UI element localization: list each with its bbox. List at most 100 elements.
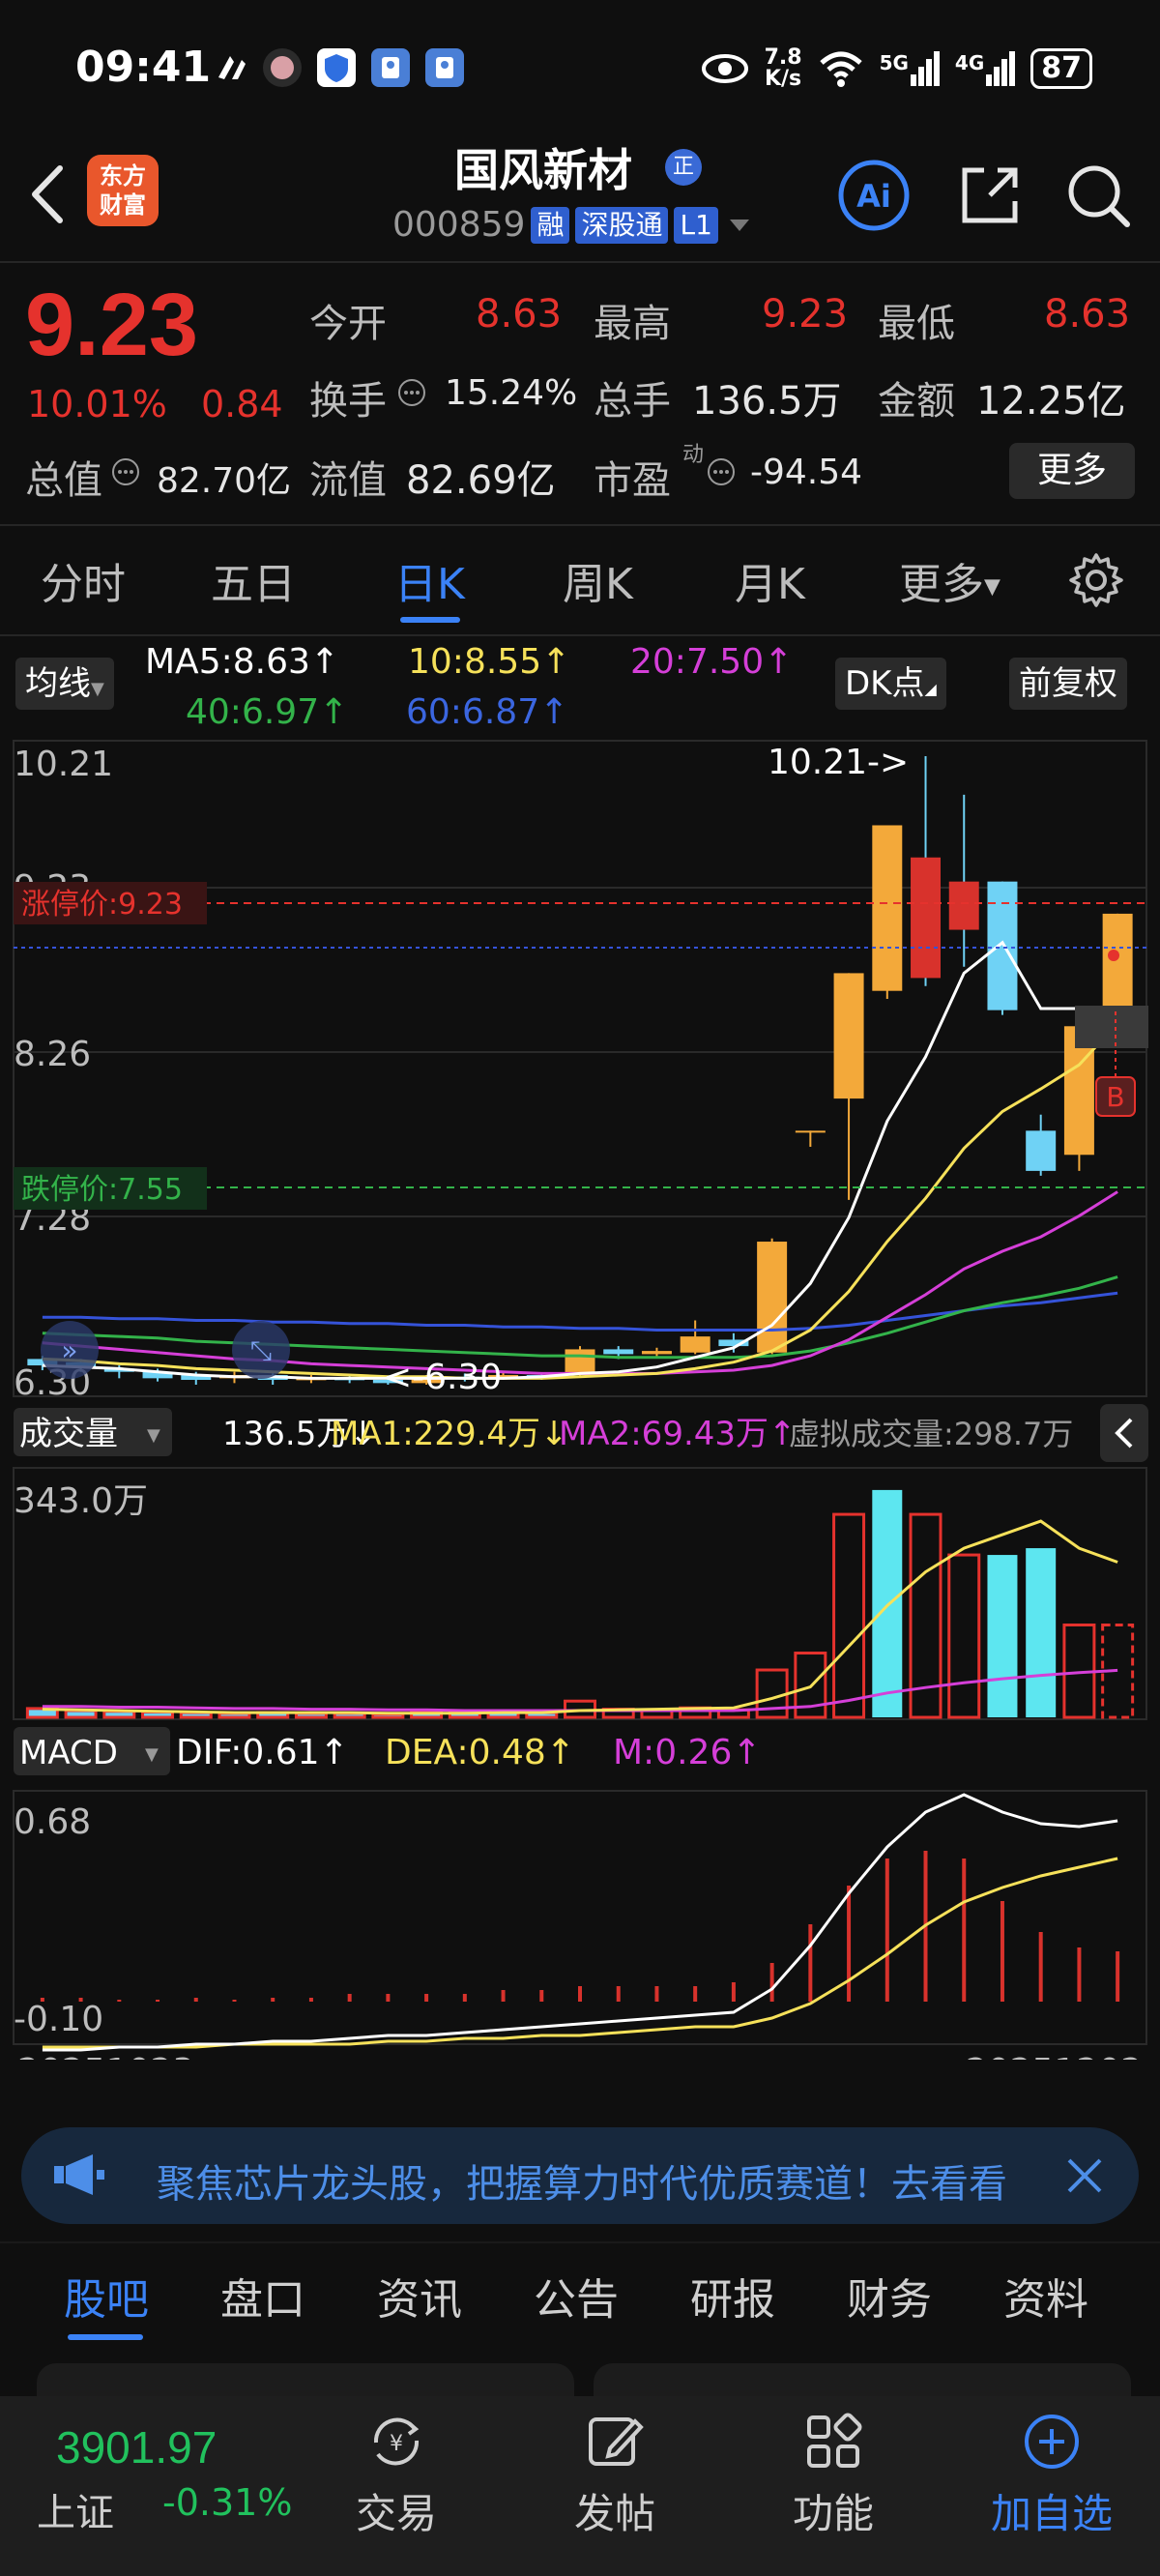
tab-profile[interactable]: 资料 (1003, 2265, 1088, 2327)
tab-financials[interactable]: 财务 (847, 2265, 932, 2327)
tab-forum[interactable]: 股吧 (64, 2265, 149, 2327)
more-quote-button[interactable]: 更多 (1009, 443, 1135, 499)
tab-research[interactable]: 研报 (690, 2265, 775, 2327)
open-label: 今开 (309, 302, 387, 346)
edit-icon (589, 2417, 644, 2466)
search-icon[interactable] (1059, 157, 1137, 234)
candle-body (757, 1242, 788, 1353)
tab-orderbook[interactable]: 盘口 (220, 2265, 305, 2327)
info-icon[interactable] (110, 456, 141, 487)
tab-five-day[interactable]: 五日 (211, 549, 296, 611)
info-icon[interactable] (396, 377, 427, 408)
mktcap-label: 总值 (25, 458, 102, 503)
tab-news[interactable]: 资讯 (377, 2265, 462, 2327)
amount-label: 金额 (878, 379, 955, 424)
candle-body (603, 1349, 634, 1355)
max-price-marker: 10.21-> (768, 743, 909, 782)
sim1-type: 5G (879, 51, 909, 74)
tab-weekly-k[interactable]: 周K (563, 549, 633, 611)
index-change[interactable]: -0.31% (162, 2481, 292, 2524)
candle-body (987, 881, 1018, 1010)
stock-code-line[interactable]: 000859 融 深股通 L1 (392, 205, 749, 245)
ma20-value: 20:7.50↑ (630, 642, 794, 682)
change-percent: 10.01% (27, 383, 167, 425)
quote-divider (0, 524, 1160, 526)
candle-body (911, 857, 942, 979)
promo-banner[interactable]: 聚焦芯片龙头股，把握算力时代优质赛道！去看看 (21, 2127, 1139, 2224)
tag-level: L1 (674, 206, 718, 244)
back-icon[interactable] (23, 161, 72, 228)
ai-icon[interactable]: Ai (835, 157, 913, 234)
last-price-dot (1108, 950, 1119, 961)
price-cursor-tag (1075, 1006, 1148, 1048)
tab-more-periods[interactable]: 更多▼ (899, 549, 1000, 611)
tabs-divider (0, 634, 1160, 636)
macd-dea: DEA:0.48↑ (385, 1733, 575, 1772)
header-divider (0, 261, 1160, 263)
index-value[interactable]: 3901.97 (56, 2421, 217, 2474)
net-speed-value: 7.8 (764, 45, 802, 70)
tab-daily-k[interactable]: 日K (394, 549, 465, 611)
app-avatar-icon (263, 48, 302, 87)
macd-y-max: 0.68 (14, 1802, 91, 1842)
megaphone-icon (54, 2154, 104, 2195)
functions-label: 功能 (792, 2490, 874, 2537)
candle-body (641, 1351, 672, 1355)
net-speed-unit: K/s (764, 67, 802, 91)
adjust-button[interactable]: 前复权 (1009, 658, 1127, 710)
pe-type-sup: 动 (682, 443, 705, 467)
ma40-line (42, 1275, 1118, 1360)
corner-triangle-icon: ◢ (924, 680, 937, 698)
app-logo: 东方 财富 (87, 155, 159, 226)
volume-ma1: MA1:229.4万↓ (331, 1415, 568, 1453)
stock-name[interactable]: 国风新材 (454, 135, 632, 199)
change-value: 0.84 (201, 383, 283, 425)
info-icon[interactable] (706, 456, 737, 487)
battery-level: 87 (1041, 51, 1082, 85)
pe-label: 市盈 (594, 458, 671, 503)
caret-down-icon: ▼ (147, 1425, 160, 1446)
wifi-icon (819, 51, 862, 87)
float-label: 流值 (309, 458, 387, 503)
volume-value: 136.5万 (692, 379, 842, 424)
macd-selector-label: MACD (19, 1734, 118, 1772)
tab-monthly-k[interactable]: 月K (735, 549, 805, 611)
float-value: 82.69亿 (406, 458, 556, 503)
ma10-value: 10:8.55↑ (408, 642, 571, 682)
min-price-marker: <-6.30 (383, 1358, 502, 1397)
trade-label: 交易 (355, 2490, 437, 2537)
signal-sim1-icon: 5G (880, 51, 940, 86)
kline-chart[interactable]: 10.21 9.23 8.26 7.28 6.30 涨停价:9.23 跌停价:7… (0, 735, 1160, 2060)
status-bar: 09:41 7.8 K/s 5G 4G 87 (0, 0, 1160, 143)
kline-grid (13, 740, 1147, 2045)
candle-body (565, 1349, 595, 1376)
ma60-value: 60:6.87↑ (406, 692, 569, 732)
indicator-selector[interactable]: 均线▼ (15, 658, 114, 710)
net-speed: 7.8 K/s (765, 47, 802, 90)
add-watchlist-button[interactable]: 加自选 (974, 2410, 1129, 2555)
tab-intraday[interactable]: 分时 (41, 549, 126, 611)
trade-button[interactable]: ¥ 交易 (319, 2410, 474, 2555)
y-tick-label: 8.26 (14, 1035, 91, 1074)
virtual-volume: 虚拟成交量:298.7万 (789, 1416, 1073, 1452)
candle-body (948, 881, 979, 930)
low-label: 最低 (878, 302, 955, 346)
candle-body (680, 1336, 710, 1353)
index-name[interactable]: 上证 (37, 2481, 114, 2537)
volume-marks (25, 1489, 1135, 1719)
dk-point-button[interactable]: DK点◢ (835, 658, 946, 710)
app-notification-icon (213, 48, 251, 87)
collapse-panel-button[interactable] (1100, 1404, 1148, 1462)
turnover-value: 15.24% (445, 373, 578, 413)
tab-announcements[interactable]: 公告 (534, 2265, 619, 2327)
post-button[interactable]: 发帖 (537, 2410, 692, 2555)
svg-text:¥: ¥ (390, 2432, 403, 2456)
gear-icon[interactable] (1067, 551, 1125, 609)
share-icon[interactable] (951, 157, 1029, 234)
close-icon[interactable] (1058, 2149, 1112, 2203)
candle-body (1102, 913, 1133, 1010)
x-end-date: 20251202 (966, 2052, 1143, 2060)
volume-y-max: 343.0万 (14, 1481, 148, 1521)
caret-down-icon: ▼ (145, 1744, 159, 1765)
functions-button[interactable]: 功能 (756, 2410, 911, 2555)
